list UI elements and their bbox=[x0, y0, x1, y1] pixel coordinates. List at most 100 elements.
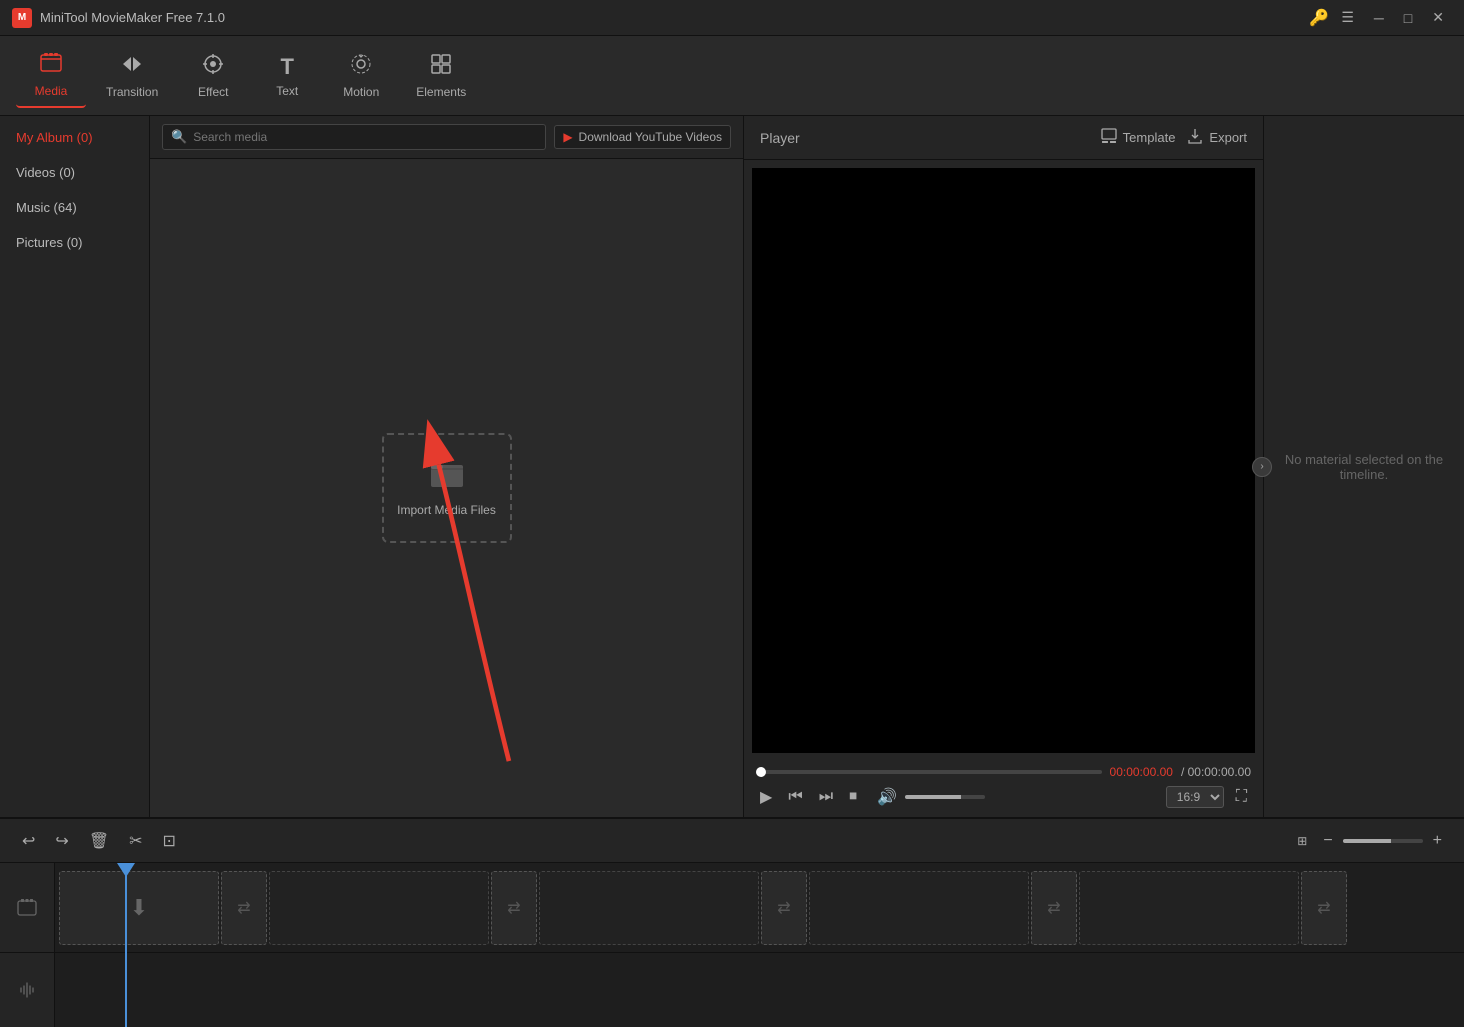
transition-clip-4[interactable]: ⇄ bbox=[1031, 871, 1077, 945]
import-media-box[interactable]: Import Media Files bbox=[382, 433, 512, 543]
timeline-tracks-label bbox=[0, 863, 55, 1027]
text-icon: T bbox=[281, 54, 294, 80]
undo-button[interactable]: ↩ bbox=[16, 827, 41, 855]
export-label: Export bbox=[1209, 130, 1247, 145]
crop-button[interactable]: ⊡ bbox=[157, 827, 182, 855]
zoom-in-button[interactable]: + bbox=[1427, 828, 1448, 854]
sidebar-item-my-album[interactable]: My Album (0) bbox=[0, 120, 149, 155]
empty-clip-1 bbox=[269, 871, 489, 945]
media-toolbar: 🔍 ▶ Download YouTube Videos bbox=[150, 116, 743, 159]
progress-bar[interactable] bbox=[756, 770, 1102, 774]
menu-button[interactable]: ☰ bbox=[1333, 5, 1362, 30]
aspect-ratio-select[interactable]: 16:9 4:3 9:16 1:1 bbox=[1166, 786, 1224, 808]
export-button[interactable]: Export bbox=[1187, 128, 1247, 147]
transition-clip-3[interactable]: ⇄ bbox=[761, 871, 807, 945]
skip-back-button[interactable]: ⏮ bbox=[784, 786, 806, 808]
sidebar-item-videos[interactable]: Videos (0) bbox=[0, 155, 149, 190]
maximize-button[interactable]: □ bbox=[1396, 6, 1420, 30]
player-controls: 00:00:00.00 / 00:00:00.00 ▶ ⏮ ⏭ ⏹ 🔊 16:9… bbox=[744, 761, 1263, 817]
toolbar-effect[interactable]: Effect bbox=[178, 45, 248, 107]
progress-bar-thumb bbox=[756, 767, 766, 777]
motion-label: Motion bbox=[343, 85, 379, 99]
minimize-button[interactable]: ─ bbox=[1366, 6, 1392, 30]
media-panel: 🔍 ▶ Download YouTube Videos bbox=[150, 116, 744, 817]
app-logo: M bbox=[12, 8, 32, 28]
toolbar-transition[interactable]: Transition bbox=[90, 45, 174, 107]
media-icon bbox=[40, 52, 62, 80]
close-button[interactable]: ✕ bbox=[1424, 5, 1452, 30]
empty-clip-2 bbox=[539, 871, 759, 945]
right-panel: › No material selected on the timeline. bbox=[1264, 116, 1464, 817]
main-area: My Album (0) Videos (0) Music (64) Pictu… bbox=[0, 116, 1464, 817]
transition-clip-5[interactable]: ⇄ bbox=[1301, 871, 1347, 945]
toolbar-motion[interactable]: Motion bbox=[326, 45, 396, 107]
clip-import-icon: ⬇ bbox=[130, 895, 148, 921]
zoom-out-button[interactable]: − bbox=[1317, 828, 1338, 854]
toolbar-elements[interactable]: Elements bbox=[400, 45, 482, 107]
export-icon bbox=[1187, 128, 1203, 147]
template-button[interactable]: Template bbox=[1101, 128, 1176, 147]
transition-icon-tl: ⇄ bbox=[237, 898, 250, 918]
zoom-fit-button[interactable]: ⊞ bbox=[1291, 830, 1313, 852]
import-label: Import Media Files bbox=[397, 503, 496, 517]
player-title: Player bbox=[760, 130, 800, 146]
elements-label: Elements bbox=[416, 85, 466, 99]
transition-icon-tl4: ⇄ bbox=[1047, 898, 1060, 918]
effect-label: Effect bbox=[198, 85, 228, 99]
video-track-area: ⬇ ⇄ ⇄ ⇄ bbox=[55, 863, 1464, 953]
sidebar-item-pictures[interactable]: Pictures (0) bbox=[0, 225, 149, 260]
title-bar-right: 🔑 ☰ ─ □ ✕ bbox=[1309, 5, 1452, 30]
transition-icon-tl2: ⇄ bbox=[507, 898, 520, 918]
volume-button[interactable]: 🔊 bbox=[873, 785, 901, 809]
toolbar-text[interactable]: T Text bbox=[252, 46, 322, 106]
transition-icon-tl3: ⇄ bbox=[777, 898, 790, 918]
video-track-label bbox=[0, 863, 54, 953]
transition-clip-1[interactable]: ⇄ bbox=[221, 871, 267, 945]
title-bar-left: M MiniTool MovieMaker Free 7.1.0 bbox=[12, 8, 225, 28]
key-icon: 🔑 bbox=[1309, 8, 1329, 28]
main-toolbar: Media Transition Effect T Text bbox=[0, 36, 1464, 116]
progress-bar-wrap: 00:00:00.00 / 00:00:00.00 bbox=[756, 765, 1251, 779]
stop-button[interactable]: ⏹ bbox=[845, 786, 861, 808]
sidebar-item-music[interactable]: Music (64) bbox=[0, 190, 149, 225]
template-icon bbox=[1101, 128, 1117, 147]
time-total: / 00:00:00.00 bbox=[1181, 765, 1251, 779]
empty-clip-3 bbox=[809, 871, 1029, 945]
search-input[interactable] bbox=[193, 130, 537, 144]
no-material-text: No material selected on the timeline. bbox=[1264, 436, 1464, 498]
empty-clip-4 bbox=[1079, 871, 1299, 945]
player-actions: Template Export bbox=[1101, 128, 1247, 147]
video-clip-0[interactable]: ⬇ bbox=[59, 871, 219, 945]
transition-clip-2[interactable]: ⇄ bbox=[491, 871, 537, 945]
folder-icon bbox=[430, 460, 464, 495]
playhead bbox=[125, 863, 127, 1027]
motion-icon bbox=[350, 53, 372, 81]
play-button[interactable]: ▶ bbox=[756, 785, 776, 809]
delete-button[interactable]: 🗑 bbox=[83, 827, 115, 855]
search-input-wrap[interactable]: 🔍 bbox=[162, 124, 546, 150]
transition-icon bbox=[121, 53, 143, 81]
template-label: Template bbox=[1123, 130, 1176, 145]
youtube-icon: ▶ bbox=[563, 130, 572, 144]
volume-slider[interactable] bbox=[905, 795, 985, 799]
player-header: Player Template bbox=[744, 116, 1263, 160]
redo-button[interactable]: ↪ bbox=[49, 827, 74, 855]
timeline-content: ⬇ ⇄ ⇄ ⇄ bbox=[55, 863, 1464, 1027]
timeline: ↩ ↪ 🗑 ✂ ⊡ ⊞ − + bbox=[0, 817, 1464, 1027]
media-content: Import Media Files bbox=[150, 159, 743, 817]
media-label: Media bbox=[35, 84, 68, 98]
player-panel: Player Template bbox=[744, 116, 1264, 817]
elements-icon bbox=[430, 53, 452, 81]
time-current: 00:00:00.00 bbox=[1110, 765, 1173, 779]
search-icon: 🔍 bbox=[171, 129, 187, 145]
skip-forward-button[interactable]: ⏭ bbox=[815, 786, 837, 808]
fullscreen-button[interactable]: ⛶ bbox=[1232, 786, 1251, 808]
collapse-button[interactable]: › bbox=[1252, 457, 1272, 477]
app-title: MiniTool MovieMaker Free 7.1.0 bbox=[40, 10, 225, 25]
download-youtube-button[interactable]: ▶ Download YouTube Videos bbox=[554, 125, 731, 149]
cut-button[interactable]: ✂ bbox=[123, 827, 148, 855]
timeline-toolbar: ↩ ↪ 🗑 ✂ ⊡ ⊞ − + bbox=[0, 819, 1464, 863]
volume-wrap: 🔊 bbox=[873, 785, 985, 809]
toolbar-media[interactable]: Media bbox=[16, 44, 86, 108]
zoom-slider[interactable] bbox=[1343, 839, 1423, 843]
